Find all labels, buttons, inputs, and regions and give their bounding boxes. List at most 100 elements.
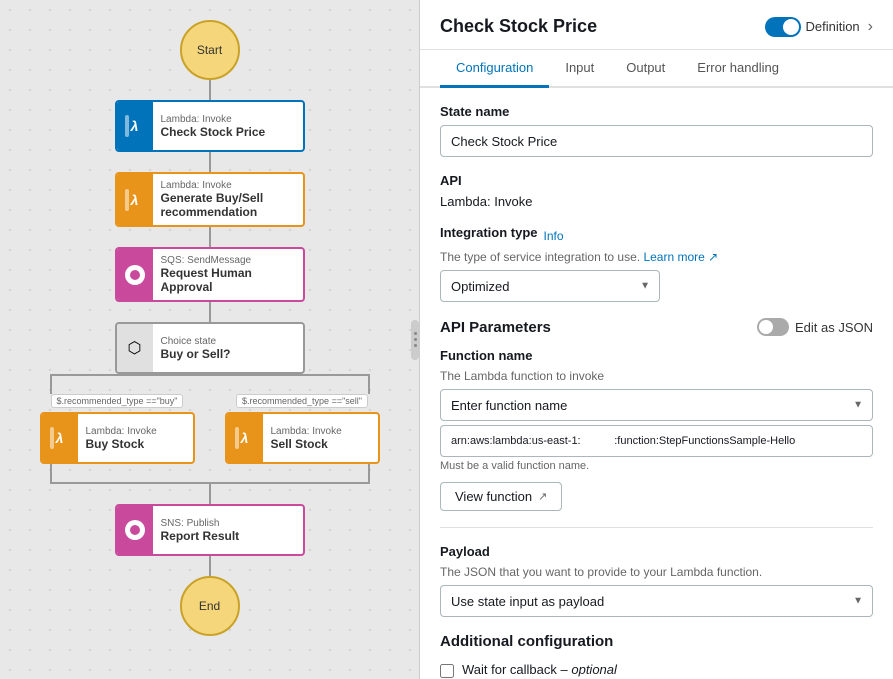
payload-group: Payload The JSON that you want to provid… [440, 544, 873, 617]
edit-json-toggle-thumb [759, 320, 773, 334]
panel-content: State name API Lambda: Invoke Integratio… [420, 88, 893, 679]
lambda-icon: λ [241, 430, 249, 446]
icon-stripe [125, 189, 129, 211]
choice-icon-bar: ⬡ [117, 324, 153, 372]
node-type: Lambda: Invoke [161, 180, 295, 191]
branch-container: $.recommended_type =="buy" λ Lambda: Inv… [40, 394, 380, 464]
lambda-icon-bar: λ [117, 102, 153, 150]
lambda-icon: λ [131, 118, 139, 134]
node-name: Buy or Sell? [161, 347, 231, 361]
payload-select[interactable]: Use state input as payload Provide my ow… [440, 585, 873, 617]
choice-icon: ⬡ [128, 338, 142, 358]
function-name-group: Function name The Lambda function to inv… [440, 348, 873, 511]
buy-condition: $.recommended_type =="buy" [51, 394, 184, 408]
api-params-title: API Parameters [440, 319, 551, 336]
external-link-icon: ↗ [538, 490, 547, 503]
integration-type-select[interactable]: Optimized Request Response Synchronous [440, 270, 660, 302]
learn-more-link[interactable]: Learn more ↗ [643, 250, 718, 264]
arn-input[interactable] [440, 425, 873, 457]
chevron-right-icon[interactable]: › [868, 18, 873, 36]
sell-condition: $.recommended_type =="sell" [236, 394, 368, 408]
resize-handle[interactable] [411, 320, 419, 360]
workflow-diagram: Start λ Lambda: Invoke Check Stock Price… [0, 0, 420, 679]
api-group: API Lambda: Invoke [440, 173, 873, 209]
node-type: Lambda: Invoke [86, 426, 157, 437]
node-type: Lambda: Invoke [161, 114, 266, 125]
payload-sublabel: The JSON that you want to provide to you… [440, 565, 873, 579]
connector [209, 227, 211, 247]
tab-input[interactable]: Input [549, 50, 610, 88]
header-actions: Definition › [765, 17, 873, 37]
resize-dot [414, 332, 417, 335]
connector [209, 152, 211, 172]
divider [440, 527, 873, 528]
wait-for-callback-checkbox[interactable] [440, 664, 454, 678]
panel-title: Check Stock Price [440, 16, 597, 37]
end-node[interactable]: End [180, 576, 240, 636]
node-name: Sell Stock [271, 437, 342, 451]
sell-branch: $.recommended_type =="sell" λ Lambda: In… [225, 394, 380, 464]
tabs-bar: Configuration Input Output Error handlin… [420, 50, 893, 88]
check-stock-node[interactable]: λ Lambda: Invoke Check Stock Price [115, 100, 305, 152]
generate-rec-node[interactable]: λ Lambda: Invoke Generate Buy/Sell recom… [115, 172, 305, 227]
node-name: Report Result [161, 529, 240, 543]
choice-node[interactable]: ⬡ Choice state Buy or Sell? [115, 322, 305, 374]
node-name: Request Human Approval [161, 266, 295, 294]
buy-stock-node[interactable]: λ Lambda: Invoke Buy Stock [40, 412, 195, 464]
edit-json-toggle-track[interactable] [757, 318, 789, 336]
resize-dot [414, 338, 417, 341]
api-label: API [440, 173, 873, 188]
integration-info-link[interactable]: Info [544, 229, 564, 243]
function-name-select-wrapper: Enter function name ▼ [440, 389, 873, 421]
integration-type-select-wrapper: Optimized Request Response Synchronous ▼ [440, 270, 660, 302]
detail-panel: Check Stock Price Definition › Configura… [420, 0, 893, 679]
function-name-select[interactable]: Enter function name [440, 389, 873, 421]
view-function-button[interactable]: View function ↗ [440, 482, 562, 511]
state-name-label: State name [440, 104, 873, 119]
tab-configuration[interactable]: Configuration [440, 50, 549, 88]
lambda-icon-bar: λ [42, 414, 78, 462]
lambda-icon-bar: λ [117, 174, 153, 225]
sns-icon [125, 520, 145, 540]
tab-output[interactable]: Output [610, 50, 681, 88]
edit-json-toggle[interactable]: Edit as JSON [757, 318, 873, 336]
payload-label: Payload [440, 544, 873, 559]
integration-type-group: Integration type Info The type of servic… [440, 225, 873, 302]
node-type: Choice state [161, 336, 231, 347]
connector [209, 484, 211, 504]
tab-error-handling[interactable]: Error handling [681, 50, 795, 88]
lambda-icon: λ [56, 430, 64, 446]
node-type: SQS: SendMessage [161, 255, 295, 266]
validation-message: Must be a valid function name. [440, 460, 873, 472]
report-result-node[interactable]: SNS: Publish Report Result [115, 504, 305, 556]
function-name-sublabel: The Lambda function to invoke [440, 369, 873, 383]
connector [209, 302, 211, 322]
icon-stripe [125, 115, 129, 137]
node-name: Check Stock Price [161, 125, 266, 139]
connector [209, 556, 211, 576]
node-type: SNS: Publish [161, 518, 240, 529]
start-node[interactable]: Start [180, 20, 240, 80]
icon-stripe [50, 427, 54, 449]
node-name: Generate Buy/Sell recommendation [161, 191, 295, 219]
icon-stripe [235, 427, 239, 449]
connector [209, 80, 211, 100]
request-approval-node[interactable]: SQS: SendMessage Request Human Approval [115, 247, 305, 302]
sqs-icon-bar [117, 249, 153, 300]
state-name-group: State name [440, 104, 873, 157]
edit-json-label: Edit as JSON [795, 320, 873, 335]
additional-config-title: Additional configuration [440, 633, 873, 650]
definition-toggle[interactable]: Definition [765, 17, 859, 37]
resize-dot [414, 344, 417, 347]
state-name-input[interactable] [440, 125, 873, 157]
wait-for-callback-label: Wait for callback – optional [462, 662, 873, 677]
sqs-icon [125, 265, 145, 285]
api-value: Lambda: Invoke [440, 194, 873, 209]
integration-description: The type of service integration to use. … [440, 250, 873, 264]
sell-stock-node[interactable]: λ Lambda: Invoke Sell Stock [225, 412, 380, 464]
additional-config-group: Additional configuration Wait for callba… [440, 633, 873, 679]
wait-for-callback-row: Wait for callback – optional Pause the e… [440, 662, 873, 679]
toggle-track[interactable] [765, 17, 801, 37]
function-name-label: Function name [440, 348, 873, 363]
lambda-icon-bar: λ [227, 414, 263, 462]
